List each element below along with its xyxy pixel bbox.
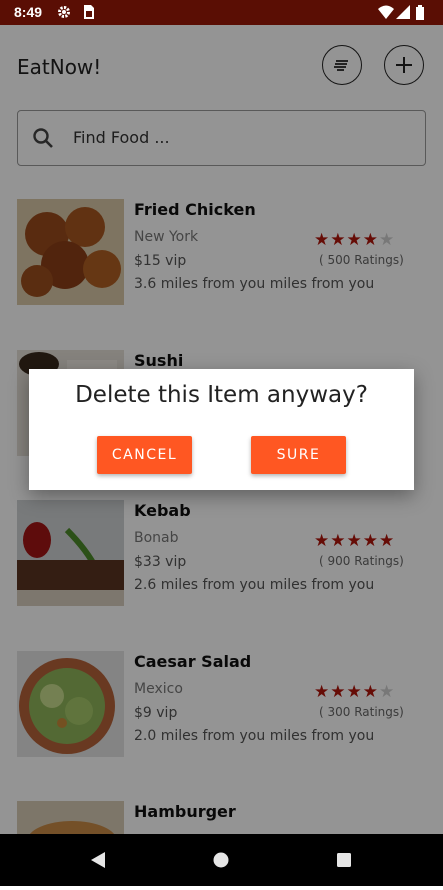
sure-button[interactable]: SURE [251,436,346,474]
wifi-icon [378,5,394,24]
home-icon[interactable] [212,834,230,886]
status-time: 8:49 [14,4,43,20]
gear-icon [57,5,71,24]
battery-icon [416,5,424,25]
status-bar: 8:49 [0,0,443,25]
navigation-bar [0,834,443,886]
delete-dialog: Delete this Item anyway? CANCEL SURE [29,369,414,490]
dialog-message: Delete this Item anyway? [75,382,368,408]
recents-icon[interactable] [335,834,353,886]
sim-card-icon [82,5,94,24]
cancel-button[interactable]: CANCEL [97,436,192,474]
back-icon[interactable] [89,834,107,886]
signal-icon [396,5,410,24]
